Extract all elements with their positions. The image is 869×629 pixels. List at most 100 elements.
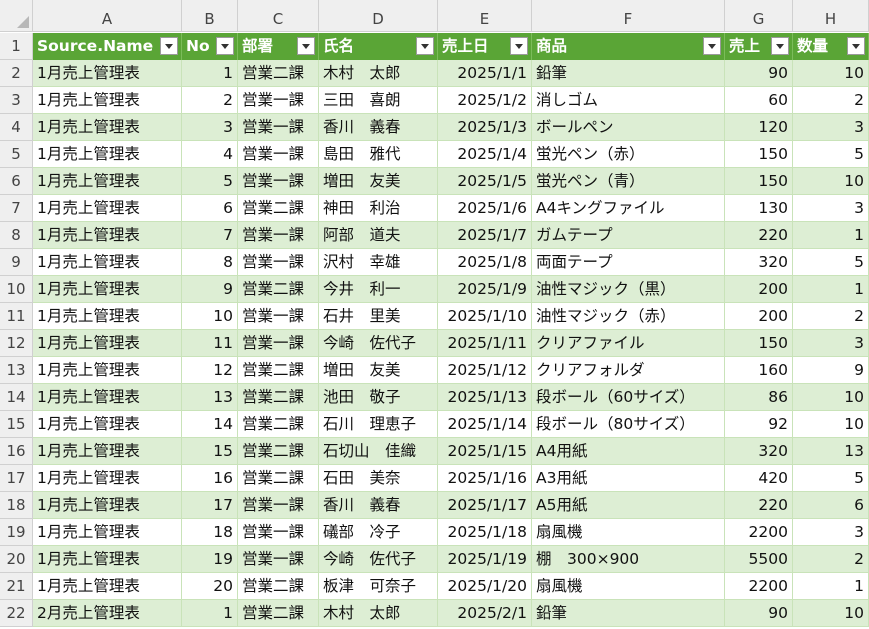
column-header-g[interactable]: G bbox=[725, 0, 793, 32]
table-cell[interactable]: 神田 利治 bbox=[319, 195, 438, 222]
column-header-f[interactable]: F bbox=[532, 0, 725, 32]
table-cell[interactable]: 営業一課 bbox=[238, 141, 319, 168]
table-cell[interactable]: 三田 喜朗 bbox=[319, 87, 438, 114]
table-cell[interactable]: 鉛筆 bbox=[532, 60, 725, 87]
table-header-cell[interactable]: 部署 bbox=[238, 33, 319, 60]
table-cell[interactable]: 1月売上管理表 bbox=[33, 411, 182, 438]
table-cell[interactable]: 2025/1/5 bbox=[438, 168, 532, 195]
table-cell[interactable]: 1 bbox=[793, 276, 869, 303]
table-cell[interactable]: 1月売上管理表 bbox=[33, 114, 182, 141]
table-cell[interactable]: 棚 300×900 bbox=[532, 546, 725, 573]
table-cell[interactable]: 150 bbox=[725, 141, 793, 168]
table-cell[interactable]: 320 bbox=[725, 438, 793, 465]
row-header-8[interactable]: 8 bbox=[0, 222, 33, 249]
table-cell[interactable]: 3 bbox=[793, 114, 869, 141]
table-cell[interactable]: 13 bbox=[182, 384, 238, 411]
row-header-20[interactable]: 20 bbox=[0, 546, 33, 573]
table-cell[interactable]: 18 bbox=[182, 519, 238, 546]
row-header-5[interactable]: 5 bbox=[0, 141, 33, 168]
table-cell[interactable]: ボールペン bbox=[532, 114, 725, 141]
select-all-corner[interactable] bbox=[0, 0, 33, 32]
column-header-b[interactable]: B bbox=[182, 0, 238, 32]
table-cell[interactable]: 220 bbox=[725, 492, 793, 519]
table-header-cell[interactable]: 売上日 bbox=[438, 33, 532, 60]
table-cell[interactable]: 油性マジック（赤） bbox=[532, 303, 725, 330]
table-cell[interactable]: 10 bbox=[793, 60, 869, 87]
table-header-cell[interactable]: 氏名 bbox=[319, 33, 438, 60]
row-header-18[interactable]: 18 bbox=[0, 492, 33, 519]
table-cell[interactable]: 営業二課 bbox=[238, 465, 319, 492]
row-header-16[interactable]: 16 bbox=[0, 438, 33, 465]
table-cell[interactable]: 1月売上管理表 bbox=[33, 303, 182, 330]
table-cell[interactable]: 5 bbox=[793, 465, 869, 492]
table-cell[interactable]: 2025/1/6 bbox=[438, 195, 532, 222]
table-cell[interactable]: 10 bbox=[793, 384, 869, 411]
table-cell[interactable]: 2025/1/9 bbox=[438, 276, 532, 303]
table-cell[interactable]: 両面テープ bbox=[532, 249, 725, 276]
row-header-9[interactable]: 9 bbox=[0, 249, 33, 276]
table-cell[interactable]: 営業二課 bbox=[238, 600, 319, 627]
table-cell[interactable]: 90 bbox=[725, 600, 793, 627]
table-cell[interactable]: 営業二課 bbox=[238, 195, 319, 222]
table-cell[interactable]: 10 bbox=[182, 303, 238, 330]
table-header-cell[interactable]: No bbox=[182, 33, 238, 60]
table-cell[interactable]: 営業二課 bbox=[238, 357, 319, 384]
row-header-13[interactable]: 13 bbox=[0, 357, 33, 384]
table-cell[interactable]: 1月売上管理表 bbox=[33, 276, 182, 303]
table-cell[interactable]: 営業二課 bbox=[238, 60, 319, 87]
table-cell[interactable]: 130 bbox=[725, 195, 793, 222]
table-cell[interactable]: 1 bbox=[182, 60, 238, 87]
table-cell[interactable]: 1月売上管理表 bbox=[33, 87, 182, 114]
table-cell[interactable]: 営業一課 bbox=[238, 114, 319, 141]
table-cell[interactable]: 16 bbox=[182, 465, 238, 492]
table-header-cell[interactable]: Source.Name bbox=[33, 33, 182, 60]
table-cell[interactable]: 160 bbox=[725, 357, 793, 384]
table-cell[interactable]: 420 bbox=[725, 465, 793, 492]
table-cell[interactable]: 1月売上管理表 bbox=[33, 357, 182, 384]
table-cell[interactable]: 石田 美奈 bbox=[319, 465, 438, 492]
table-cell[interactable]: 1月売上管理表 bbox=[33, 222, 182, 249]
table-cell[interactable]: 2025/1/3 bbox=[438, 114, 532, 141]
table-cell[interactable]: 扇風機 bbox=[532, 519, 725, 546]
table-cell[interactable]: クリアフォルダ bbox=[532, 357, 725, 384]
table-cell[interactable]: 今井 利一 bbox=[319, 276, 438, 303]
table-cell[interactable]: 1月売上管理表 bbox=[33, 60, 182, 87]
table-cell[interactable]: 150 bbox=[725, 168, 793, 195]
table-header-cell[interactable]: 数量 bbox=[793, 33, 869, 60]
table-cell[interactable]: 6 bbox=[182, 195, 238, 222]
table-cell[interactable]: 1月売上管理表 bbox=[33, 384, 182, 411]
row-header-6[interactable]: 6 bbox=[0, 168, 33, 195]
filter-dropdown-icon[interactable] bbox=[510, 37, 528, 55]
table-cell[interactable]: 2025/1/4 bbox=[438, 141, 532, 168]
row-header-11[interactable]: 11 bbox=[0, 303, 33, 330]
table-cell[interactable]: 1 bbox=[182, 600, 238, 627]
column-header-h[interactable]: H bbox=[793, 0, 869, 32]
table-cell[interactable]: 11 bbox=[182, 330, 238, 357]
table-cell[interactable]: 1 bbox=[793, 573, 869, 600]
table-cell[interactable]: 営業一課 bbox=[238, 330, 319, 357]
table-cell[interactable]: 蛍光ペン（赤） bbox=[532, 141, 725, 168]
table-cell[interactable]: A4キングファイル bbox=[532, 195, 725, 222]
table-cell[interactable]: 蛍光ペン（青） bbox=[532, 168, 725, 195]
table-cell[interactable]: 120 bbox=[725, 114, 793, 141]
table-cell[interactable]: 2025/1/20 bbox=[438, 573, 532, 600]
table-cell[interactable]: 2025/1/15 bbox=[438, 438, 532, 465]
table-cell[interactable]: 150 bbox=[725, 330, 793, 357]
table-cell[interactable]: ガムテープ bbox=[532, 222, 725, 249]
table-cell[interactable]: 7 bbox=[182, 222, 238, 249]
row-header-10[interactable]: 10 bbox=[0, 276, 33, 303]
table-cell[interactable]: 1月売上管理表 bbox=[33, 546, 182, 573]
table-cell[interactable]: 1月売上管理表 bbox=[33, 519, 182, 546]
table-cell[interactable]: 営業一課 bbox=[238, 492, 319, 519]
table-cell[interactable]: 営業二課 bbox=[238, 573, 319, 600]
table-cell[interactable]: 2025/1/10 bbox=[438, 303, 532, 330]
table-cell[interactable]: 10 bbox=[793, 600, 869, 627]
table-cell[interactable]: 200 bbox=[725, 276, 793, 303]
table-cell[interactable]: 9 bbox=[793, 357, 869, 384]
row-header-14[interactable]: 14 bbox=[0, 384, 33, 411]
row-header-21[interactable]: 21 bbox=[0, 573, 33, 600]
table-cell[interactable]: 2025/1/11 bbox=[438, 330, 532, 357]
table-cell[interactable]: 今崎 佐代子 bbox=[319, 546, 438, 573]
table-cell[interactable]: 5 bbox=[182, 168, 238, 195]
row-header-7[interactable]: 7 bbox=[0, 195, 33, 222]
